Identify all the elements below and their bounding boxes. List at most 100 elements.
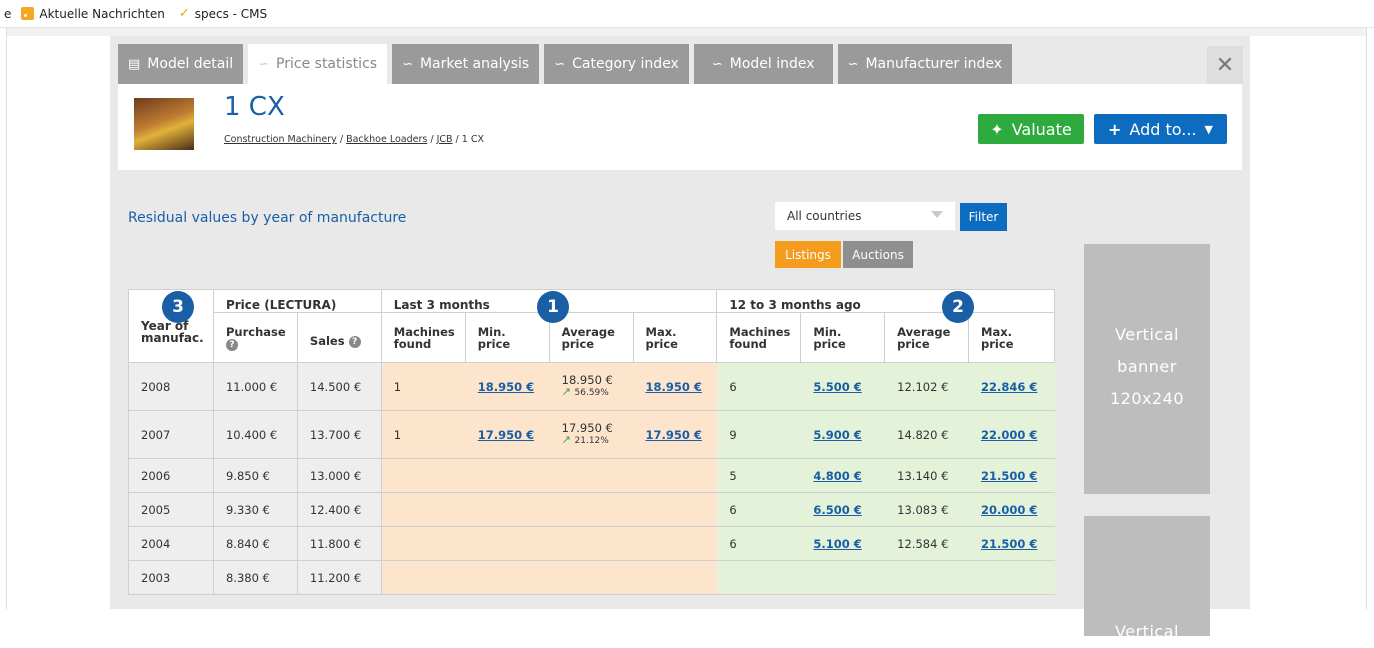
- country-select[interactable]: All countries: [775, 202, 955, 230]
- col-purchase-label: Purchase: [225, 325, 286, 339]
- cell-value: 6: [729, 502, 737, 517]
- table-cell: 22.846 €: [968, 362, 1055, 411]
- price-link[interactable]: 5.500 €: [813, 380, 861, 394]
- cell-value: 10.400 €: [225, 427, 278, 442]
- cell-value: 14.820 €: [897, 427, 949, 442]
- bookmark-cut[interactable]: e: [4, 7, 11, 21]
- chart-icon: ∽: [402, 56, 413, 72]
- col-min: Min. price: [800, 312, 886, 363]
- price-link[interactable]: 18.950 €: [646, 380, 702, 394]
- badge-3: 3: [162, 291, 194, 323]
- table-cell: [465, 560, 550, 595]
- bookmark-news-label: Aktuelle Nachrichten: [39, 6, 165, 21]
- price-link[interactable]: 21.500 €: [981, 537, 1037, 551]
- table-cell: 9.330 €: [212, 492, 298, 527]
- cell-value: 2003: [141, 570, 171, 585]
- add-to-button[interactable]: + Add to... ▼: [1094, 114, 1227, 144]
- group-ago: 12 to 3 months ago: [716, 289, 1055, 313]
- table-cell: 2007: [128, 410, 214, 459]
- table-cell: 9.850 €: [212, 458, 298, 493]
- cell-value: 9.330 €: [225, 502, 270, 517]
- table-cell: 8.380 €: [212, 560, 298, 595]
- table-cell: [549, 458, 633, 493]
- tab-bar: ▤ Model detail ∽ Price statistics ∽ Market …: [118, 44, 1017, 84]
- price-link[interactable]: 5.100 €: [813, 537, 861, 551]
- cell-value: 2007: [141, 427, 171, 442]
- table-cell: 1: [381, 362, 466, 411]
- col-max: Max. price: [632, 312, 718, 363]
- chart-icon: ∽: [847, 56, 859, 72]
- model-thumbnail[interactable]: [134, 98, 194, 150]
- valuate-button[interactable]: ✦ Valuate: [978, 114, 1084, 144]
- price-link[interactable]: 6.500 €: [813, 503, 861, 517]
- cell-value: 1: [393, 427, 402, 442]
- tab-model-index[interactable]: ∽ Model index: [693, 44, 833, 84]
- badge-1: 1: [537, 291, 569, 323]
- cell-value: 2006: [141, 468, 171, 483]
- bookmarks-bar: e Aktuelle Nachrichten ✓ specs - CMS: [0, 0, 1374, 28]
- price-link[interactable]: 22.000 €: [981, 428, 1037, 442]
- price-link[interactable]: 17.950 €: [646, 428, 702, 442]
- chart-icon: ∽: [711, 56, 723, 72]
- price-link[interactable]: 18.950 €: [478, 380, 534, 394]
- table-cell: 11.800 €: [296, 526, 382, 561]
- price-link[interactable]: 20.000 €: [981, 503, 1037, 517]
- table-cell: 6: [716, 526, 801, 561]
- table-cell: 12.584 €: [884, 526, 969, 561]
- frame-left: [0, 28, 7, 609]
- vertical-banner-2[interactable]: Vertical: [1084, 516, 1210, 641]
- price-link[interactable]: 21.500 €: [981, 469, 1037, 483]
- table-cell: [549, 492, 633, 527]
- auctions-toggle[interactable]: Auctions: [843, 241, 913, 268]
- breadcrumb-link[interactable]: JCB: [437, 134, 453, 145]
- tab-manufacturer-index[interactable]: ∽ Manufacturer index: [837, 44, 1012, 84]
- bookmark-news[interactable]: Aktuelle Nachrichten: [15, 6, 165, 21]
- table-cell: [381, 526, 466, 561]
- vertical-banner[interactable]: Vertical banner 120x240: [1084, 244, 1210, 494]
- table-cell: 18.950 €: [465, 362, 550, 411]
- table-cell: 21.500 €: [968, 458, 1055, 493]
- table-cell: [633, 458, 717, 493]
- price-link[interactable]: 17.950 €: [478, 428, 534, 442]
- table-cell: 20.000 €: [968, 492, 1055, 527]
- cell-value: 2008: [141, 379, 171, 394]
- cell-value: 12.102 €: [897, 379, 949, 394]
- chevron-down-icon: [931, 211, 943, 218]
- help-icon[interactable]: ?: [225, 338, 238, 351]
- cell-value: 9.850 €: [225, 468, 270, 483]
- caret-down-icon: ▼: [1204, 122, 1213, 136]
- frame-right: [1366, 28, 1374, 609]
- modal-dialog: ▤ Model detail ∽ Price statistics ∽ Market …: [110, 36, 1250, 641]
- table-cell: 12.400 €: [296, 492, 382, 527]
- table-cell: [381, 458, 466, 493]
- close-icon[interactable]: ✕: [1207, 46, 1243, 84]
- bookmark-cms-label: specs - CMS: [194, 6, 268, 21]
- breadcrumb-link[interactable]: Construction Machinery: [224, 134, 337, 145]
- frame-top: [7, 28, 1367, 36]
- cell-value: 11.000 €: [225, 379, 278, 394]
- breadcrumb-link[interactable]: Backhoe Loaders: [346, 134, 427, 145]
- table-cell: [633, 526, 717, 561]
- table-cell: 22.000 €: [968, 410, 1055, 459]
- tab-market-analysis[interactable]: ∽ Market analysis: [392, 44, 540, 84]
- price-link[interactable]: 4.800 €: [813, 469, 861, 483]
- price-link[interactable]: 22.846 €: [981, 380, 1037, 394]
- trend-up-icon: ↗: [561, 384, 571, 398]
- cell-value: 13.083 €: [897, 502, 949, 517]
- tab-label: Manufacturer index: [865, 56, 1002, 72]
- tab-price-statistics[interactable]: ∽ Price statistics: [248, 44, 388, 84]
- bookmark-cms[interactable]: ✓ specs - CMS: [175, 6, 267, 21]
- table-cell: [633, 492, 717, 527]
- cell-value: 12.400 €: [309, 502, 362, 517]
- help-icon[interactable]: ?: [348, 335, 361, 348]
- tab-model-detail[interactable]: ▤ Model detail: [118, 44, 244, 84]
- table-row: 2006 9.850 € 13.000 € 5 4.800 € 13.140 € 21.50…: [128, 458, 1055, 493]
- chart-icon: ∽: [258, 56, 270, 72]
- cell-value: 6: [729, 536, 737, 551]
- price-link[interactable]: 5.900 €: [813, 428, 861, 442]
- filter-button[interactable]: Filter: [960, 203, 1007, 231]
- table-cell: 2006: [128, 458, 214, 493]
- bookmark-cut-label: e: [4, 6, 12, 21]
- tab-category-index[interactable]: ∽ Category index: [544, 44, 689, 84]
- listings-toggle[interactable]: Listings: [775, 241, 841, 268]
